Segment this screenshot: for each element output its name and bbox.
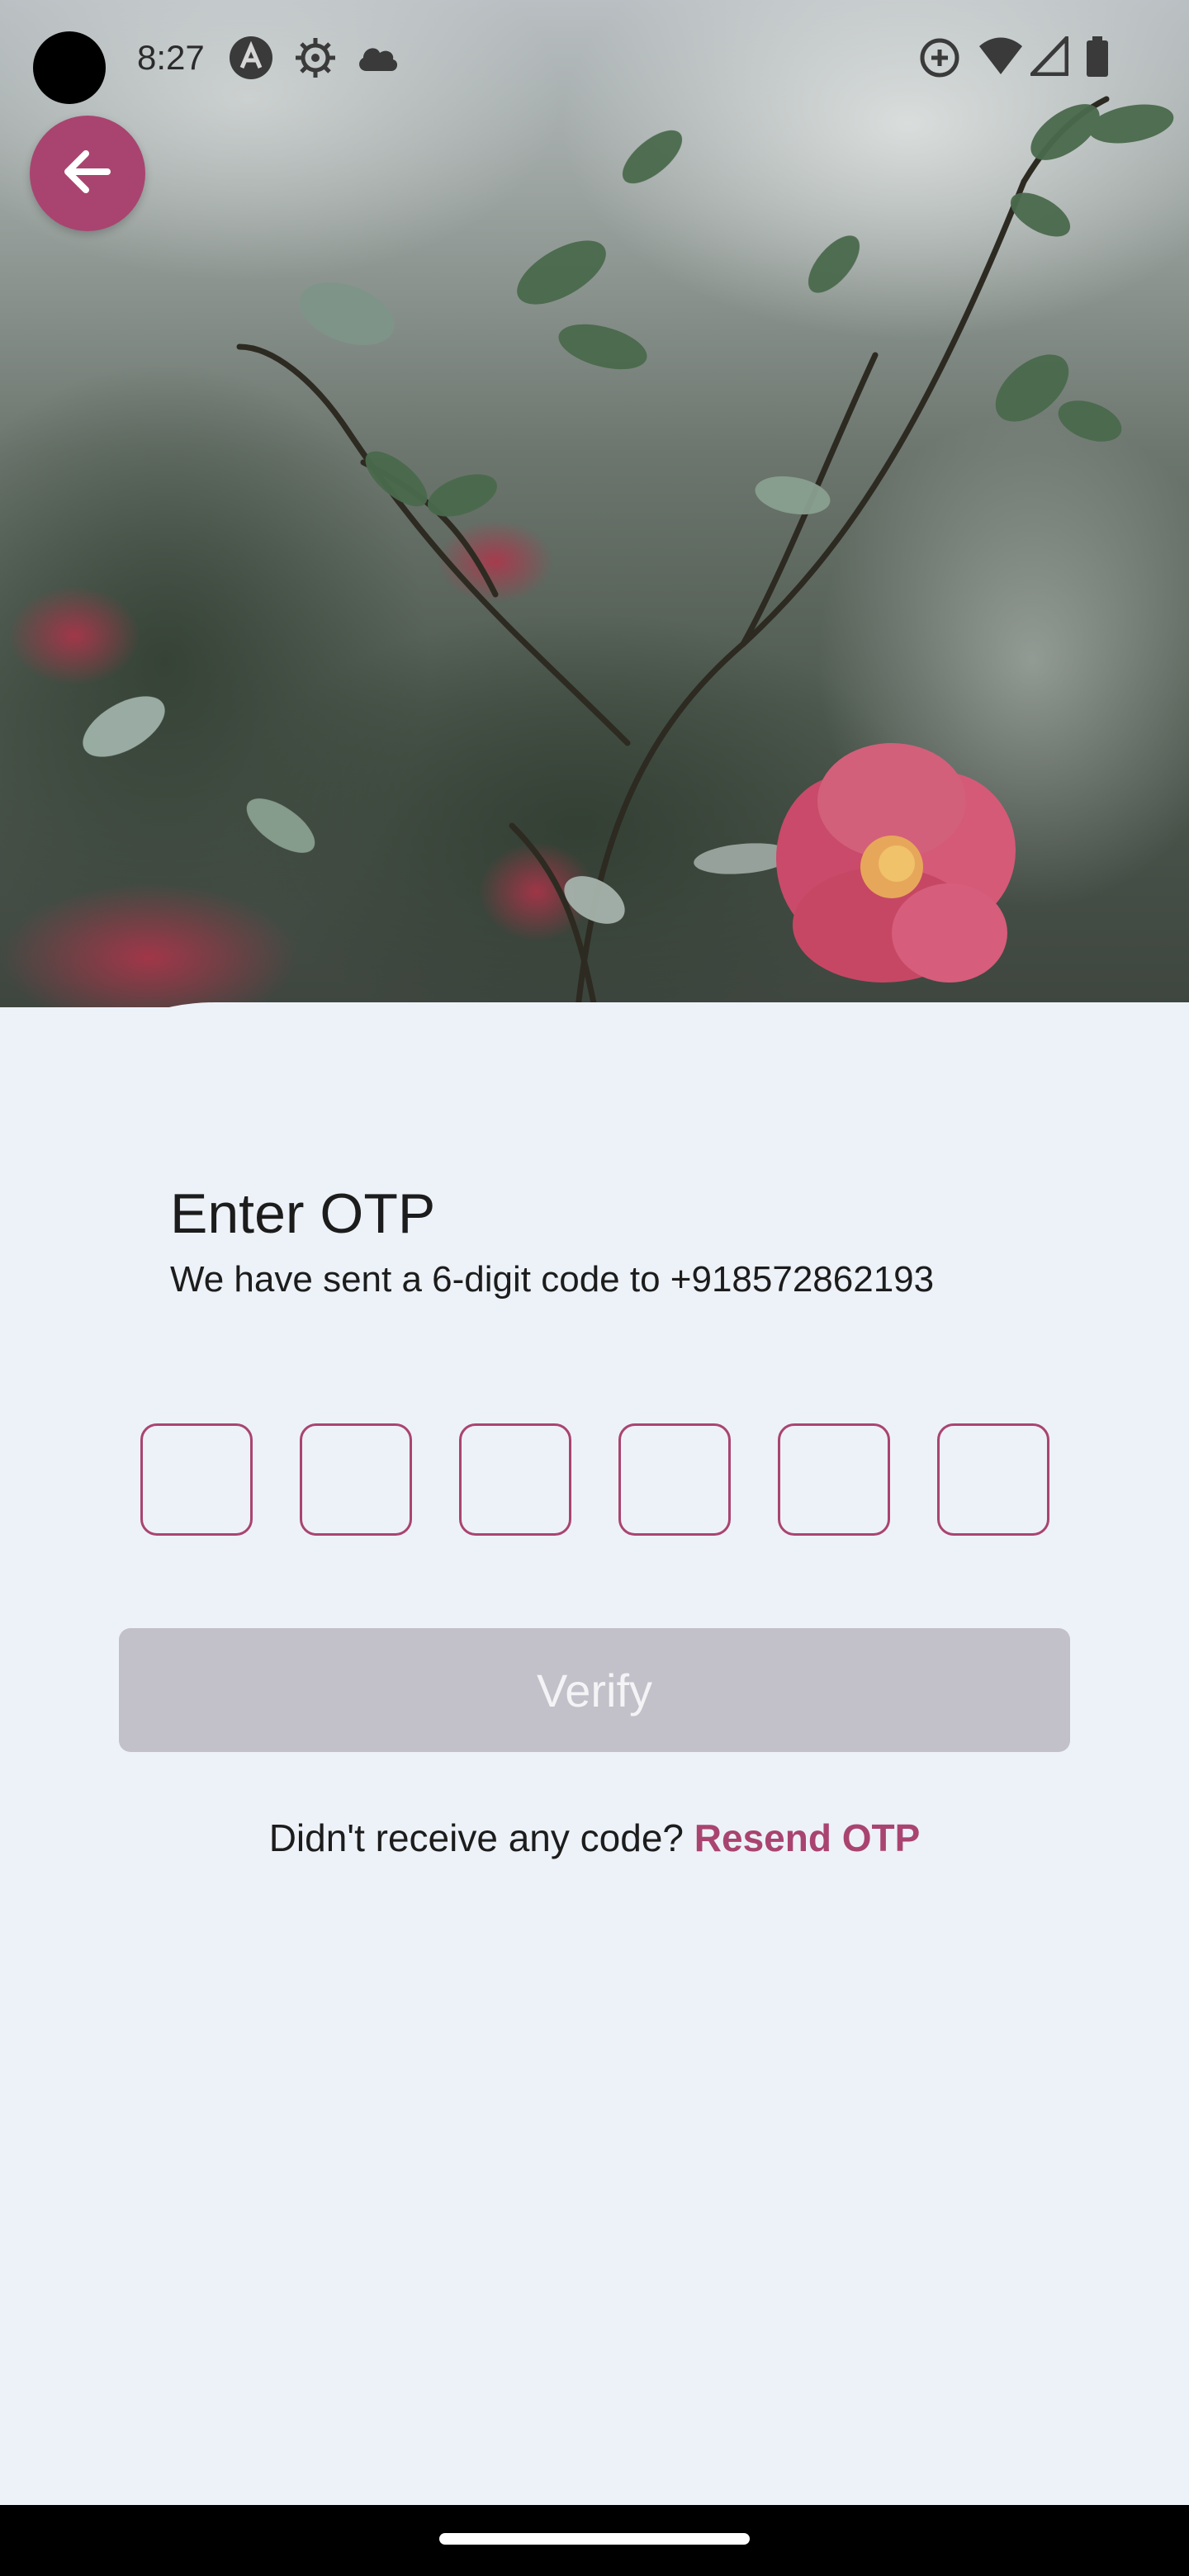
hero-photo (0, 0, 1189, 1007)
otp-digit-5-input[interactable] (778, 1423, 890, 1536)
data-saver-icon (918, 35, 961, 85)
resend-prompt-line: Didn't receive any code? Resend OTP (0, 1813, 1189, 1863)
home-gesture-handle[interactable] (439, 2533, 750, 2545)
a-circle-icon (228, 35, 274, 85)
otp-digit-4-input[interactable] (618, 1423, 731, 1536)
otp-instructions: We have sent a 6-digit code to +91857286… (170, 1259, 935, 1300)
otp-digit-2-input[interactable] (300, 1423, 412, 1536)
arrow-left-icon (58, 142, 117, 206)
otp-digit-6-input[interactable] (937, 1423, 1049, 1536)
resend-otp-link[interactable]: Resend OTP (694, 1816, 921, 1859)
cloud-icon (355, 41, 400, 78)
battery-icon (1085, 36, 1110, 82)
resend-prompt-text: Didn't receive any code? (268, 1816, 694, 1859)
settings-gear-icon (292, 35, 339, 85)
signal-icon (1030, 36, 1069, 80)
back-button[interactable] (30, 116, 145, 231)
wifi-icon (978, 36, 1024, 80)
navigation-bar (0, 2505, 1189, 2576)
verify-button[interactable]: Verify (119, 1628, 1070, 1752)
otp-input-row (140, 1423, 1052, 1539)
status-bar: 8:27 (0, 0, 1189, 116)
otp-digit-3-input[interactable] (459, 1423, 571, 1536)
camera-cutout (33, 31, 106, 104)
page-title: Enter OTP (170, 1182, 436, 1245)
status-time: 8:27 (137, 38, 205, 77)
flower-illustration (0, 0, 1189, 1007)
otp-digit-1-input[interactable] (140, 1423, 253, 1536)
